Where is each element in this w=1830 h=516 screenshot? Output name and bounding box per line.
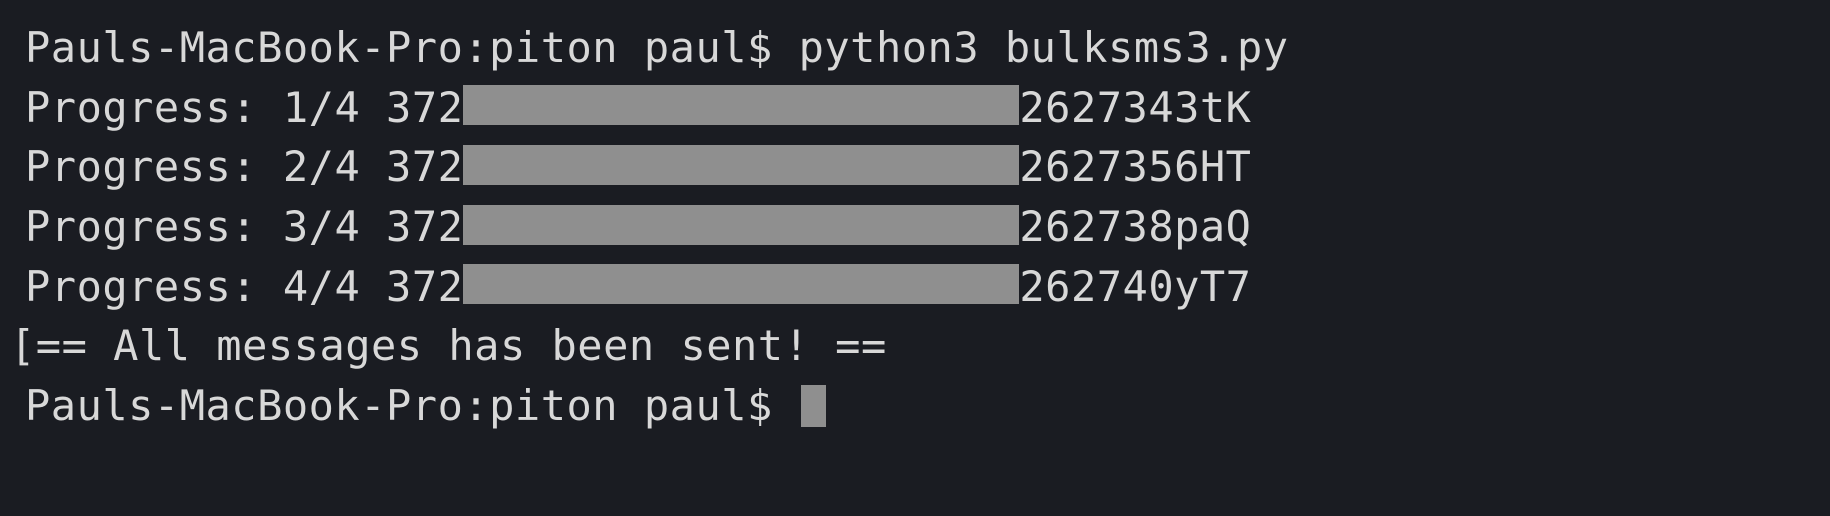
progress-line-3: Progress: 3/4 372 262738paQ [25, 197, 1805, 257]
progress-count: 1/4 [283, 78, 360, 138]
progress-prefix: 372 [386, 78, 463, 138]
progress-line-2: Progress: 2/4 372 2627356HT [25, 137, 1805, 197]
redacted-block [463, 205, 1019, 245]
terminal-prompt-line[interactable]: Pauls-MacBook-Pro:piton paul$ [25, 376, 1805, 436]
progress-suffix: 262740yT7 [1019, 257, 1251, 317]
terminal-command-line: Pauls-MacBook-Pro:piton paul$ python3 bu… [25, 18, 1805, 78]
progress-label: Progress: [25, 137, 257, 197]
command-text: python3 bulksms3.py [799, 18, 1289, 78]
progress-prefix: 372 [386, 137, 463, 197]
progress-label: Progress: [25, 197, 257, 257]
redacted-block [463, 145, 1019, 185]
shell-prompt: Pauls-MacBook-Pro:piton paul$ [25, 376, 773, 436]
progress-suffix: 2627356HT [1019, 137, 1251, 197]
progress-suffix: 262738paQ [1019, 197, 1251, 257]
progress-prefix: 372 [386, 257, 463, 317]
progress-label: Progress: [25, 78, 257, 138]
progress-count: 3/4 [283, 197, 360, 257]
progress-count: 2/4 [283, 137, 360, 197]
progress-suffix: 2627343tK [1019, 78, 1251, 138]
shell-prompt: Pauls-MacBook-Pro:piton paul$ [25, 18, 773, 78]
redacted-block [463, 264, 1019, 304]
terminal-cursor [801, 385, 826, 427]
progress-line-1: Progress: 1/4 372 2627343tK [25, 78, 1805, 138]
progress-prefix: 372 [386, 197, 463, 257]
progress-line-4: Progress: 4/4 372 262740yT7 [25, 257, 1805, 317]
bracket-char: [ [10, 316, 36, 376]
completion-message: == All messages has been sent! == [36, 316, 887, 376]
progress-count: 4/4 [283, 257, 360, 317]
completion-line: [== All messages has been sent! == [25, 316, 1805, 376]
progress-label: Progress: [25, 257, 257, 317]
redacted-block [463, 85, 1019, 125]
